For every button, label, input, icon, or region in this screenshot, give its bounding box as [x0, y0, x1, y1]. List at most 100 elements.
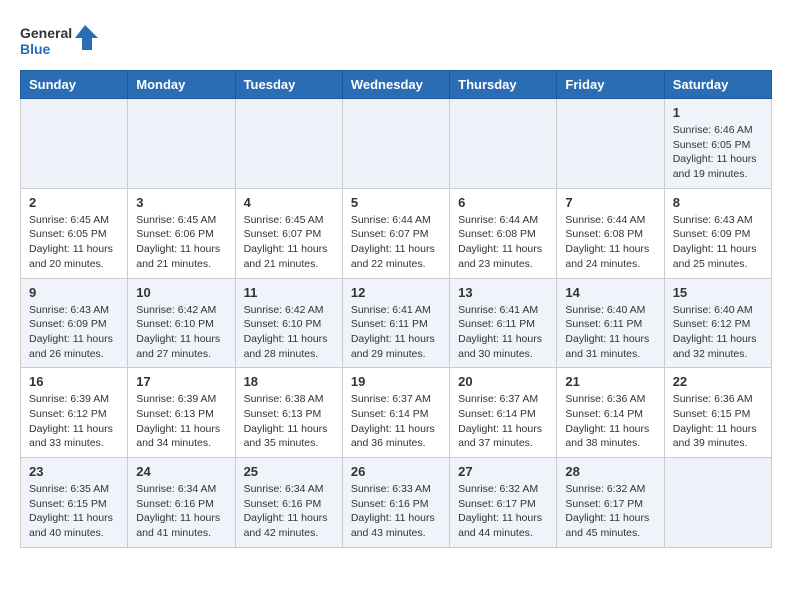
day-info: Sunrise: 6:45 AM Sunset: 6:07 PM Dayligh…: [244, 213, 334, 272]
calendar-cell: 21 Sunrise: 6:36 AM Sunset: 6:14 PM Dayli…: [557, 368, 664, 458]
calendar-cell: 10 Sunrise: 6:42 AM Sunset: 6:10 PM Dayli…: [128, 278, 235, 368]
day-number: 26: [351, 464, 441, 479]
calendar-cell: 24 Sunrise: 6:34 AM Sunset: 6:16 PM Dayli…: [128, 458, 235, 548]
calendar-cell: 11 Sunrise: 6:42 AM Sunset: 6:10 PM Dayli…: [235, 278, 342, 368]
day-number: 28: [565, 464, 655, 479]
day-number: 6: [458, 195, 548, 210]
day-number: 20: [458, 374, 548, 389]
calendar-cell: 20 Sunrise: 6:37 AM Sunset: 6:14 PM Dayli…: [450, 368, 557, 458]
day-info: Sunrise: 6:35 AM Sunset: 6:15 PM Dayligh…: [29, 482, 119, 541]
weekday-monday: Monday: [128, 71, 235, 99]
day-number: 8: [673, 195, 763, 210]
day-number: 17: [136, 374, 226, 389]
calendar-cell: 1 Sunrise: 6:46 AM Sunset: 6:05 PM Daylig…: [664, 99, 771, 189]
day-number: 21: [565, 374, 655, 389]
calendar-cell: [235, 99, 342, 189]
weekday-saturday: Saturday: [664, 71, 771, 99]
day-number: 4: [244, 195, 334, 210]
calendar-cell: 22 Sunrise: 6:36 AM Sunset: 6:15 PM Dayli…: [664, 368, 771, 458]
calendar-cell: 25 Sunrise: 6:34 AM Sunset: 6:16 PM Dayli…: [235, 458, 342, 548]
weekday-sunday: Sunday: [21, 71, 128, 99]
day-number: 25: [244, 464, 334, 479]
svg-text:Blue: Blue: [20, 41, 51, 57]
page-header: GeneralBlue: [20, 20, 772, 60]
day-number: 14: [565, 285, 655, 300]
calendar-cell: 3 Sunrise: 6:45 AM Sunset: 6:06 PM Daylig…: [128, 188, 235, 278]
week-row-2: 2 Sunrise: 6:45 AM Sunset: 6:05 PM Daylig…: [21, 188, 772, 278]
calendar-cell: [664, 458, 771, 548]
calendar-cell: [342, 99, 449, 189]
calendar-cell: [21, 99, 128, 189]
day-number: 11: [244, 285, 334, 300]
calendar-cell: 6Sunrise: 6:44 AM Sunset: 6:08 PM Daylig…: [450, 188, 557, 278]
day-info: Sunrise: 6:32 AM Sunset: 6:17 PM Dayligh…: [458, 482, 548, 541]
day-info: Sunrise: 6:44 AM Sunset: 6:07 PM Dayligh…: [351, 213, 441, 272]
day-info: Sunrise: 6:36 AM Sunset: 6:14 PM Dayligh…: [565, 392, 655, 451]
calendar-cell: 2 Sunrise: 6:45 AM Sunset: 6:05 PM Daylig…: [21, 188, 128, 278]
calendar-cell: 23 Sunrise: 6:35 AM Sunset: 6:15 PM Dayli…: [21, 458, 128, 548]
calendar-cell: 5 Sunrise: 6:44 AM Sunset: 6:07 PM Daylig…: [342, 188, 449, 278]
day-info: Sunrise: 6:33 AM Sunset: 6:16 PM Dayligh…: [351, 482, 441, 541]
day-info: Sunrise: 6:45 AM Sunset: 6:05 PM Dayligh…: [29, 213, 119, 272]
day-number: 9: [29, 285, 119, 300]
logo: GeneralBlue: [20, 20, 100, 60]
day-info: Sunrise: 6:39 AM Sunset: 6:13 PM Dayligh…: [136, 392, 226, 451]
day-info: Sunrise: 6:38 AM Sunset: 6:13 PM Dayligh…: [244, 392, 334, 451]
calendar-cell: 16 Sunrise: 6:39 AM Sunset: 6:12 PM Dayli…: [21, 368, 128, 458]
calendar-cell: 9Sunrise: 6:43 AM Sunset: 6:09 PM Daylig…: [21, 278, 128, 368]
day-info: Sunrise: 6:36 AM Sunset: 6:15 PM Dayligh…: [673, 392, 763, 451]
day-number: 3: [136, 195, 226, 210]
day-number: 16: [29, 374, 119, 389]
logo-svg: GeneralBlue: [20, 20, 100, 60]
day-info: Sunrise: 6:40 AM Sunset: 6:11 PM Dayligh…: [565, 303, 655, 362]
calendar-cell: 17 Sunrise: 6:39 AM Sunset: 6:13 PM Dayli…: [128, 368, 235, 458]
week-row-1: 1 Sunrise: 6:46 AM Sunset: 6:05 PM Daylig…: [21, 99, 772, 189]
day-info: Sunrise: 6:46 AM Sunset: 6:05 PM Dayligh…: [673, 123, 763, 182]
weekday-wednesday: Wednesday: [342, 71, 449, 99]
day-number: 15: [673, 285, 763, 300]
calendar-cell: 19Sunrise: 6:37 AM Sunset: 6:14 PM Dayli…: [342, 368, 449, 458]
day-number: 23: [29, 464, 119, 479]
day-number: 27: [458, 464, 548, 479]
day-number: 24: [136, 464, 226, 479]
day-number: 22: [673, 374, 763, 389]
calendar-table: SundayMondayTuesdayWednesdayThursdayFrid…: [20, 70, 772, 548]
day-info: Sunrise: 6:34 AM Sunset: 6:16 PM Dayligh…: [244, 482, 334, 541]
day-number: 5: [351, 195, 441, 210]
day-info: Sunrise: 6:41 AM Sunset: 6:11 PM Dayligh…: [351, 303, 441, 362]
day-number: 10: [136, 285, 226, 300]
day-info: Sunrise: 6:39 AM Sunset: 6:12 PM Dayligh…: [29, 392, 119, 451]
day-info: Sunrise: 6:42 AM Sunset: 6:10 PM Dayligh…: [136, 303, 226, 362]
day-number: 18: [244, 374, 334, 389]
day-info: Sunrise: 6:44 AM Sunset: 6:08 PM Dayligh…: [565, 213, 655, 272]
calendar-cell: [450, 99, 557, 189]
day-number: 7: [565, 195, 655, 210]
calendar-cell: 27 Sunrise: 6:32 AM Sunset: 6:17 PM Dayli…: [450, 458, 557, 548]
calendar-cell: 4 Sunrise: 6:45 AM Sunset: 6:07 PM Daylig…: [235, 188, 342, 278]
weekday-tuesday: Tuesday: [235, 71, 342, 99]
day-number: 13: [458, 285, 548, 300]
day-info: Sunrise: 6:43 AM Sunset: 6:09 PM Dayligh…: [673, 213, 763, 272]
day-number: 12: [351, 285, 441, 300]
calendar-cell: 26 Sunrise: 6:33 AM Sunset: 6:16 PM Dayli…: [342, 458, 449, 548]
calendar-cell: 28 Sunrise: 6:32 AM Sunset: 6:17 PM Dayli…: [557, 458, 664, 548]
day-number: 2: [29, 195, 119, 210]
calendar-cell: 18 Sunrise: 6:38 AM Sunset: 6:13 PM Dayli…: [235, 368, 342, 458]
weekday-friday: Friday: [557, 71, 664, 99]
day-info: Sunrise: 6:45 AM Sunset: 6:06 PM Dayligh…: [136, 213, 226, 272]
calendar-cell: 7 Sunrise: 6:44 AM Sunset: 6:08 PM Daylig…: [557, 188, 664, 278]
week-row-4: 16 Sunrise: 6:39 AM Sunset: 6:12 PM Dayli…: [21, 368, 772, 458]
day-info: Sunrise: 6:34 AM Sunset: 6:16 PM Dayligh…: [136, 482, 226, 541]
calendar-cell: [557, 99, 664, 189]
calendar-cell: [128, 99, 235, 189]
calendar-cell: 13Sunrise: 6:41 AM Sunset: 6:11 PM Dayli…: [450, 278, 557, 368]
day-info: Sunrise: 6:40 AM Sunset: 6:12 PM Dayligh…: [673, 303, 763, 362]
day-info: Sunrise: 6:42 AM Sunset: 6:10 PM Dayligh…: [244, 303, 334, 362]
day-info: Sunrise: 6:37 AM Sunset: 6:14 PM Dayligh…: [458, 392, 548, 451]
day-number: 19: [351, 374, 441, 389]
day-number: 1: [673, 105, 763, 120]
calendar-cell: 15 Sunrise: 6:40 AM Sunset: 6:12 PM Dayli…: [664, 278, 771, 368]
week-row-5: 23 Sunrise: 6:35 AM Sunset: 6:15 PM Dayli…: [21, 458, 772, 548]
week-row-3: 9Sunrise: 6:43 AM Sunset: 6:09 PM Daylig…: [21, 278, 772, 368]
day-info: Sunrise: 6:32 AM Sunset: 6:17 PM Dayligh…: [565, 482, 655, 541]
